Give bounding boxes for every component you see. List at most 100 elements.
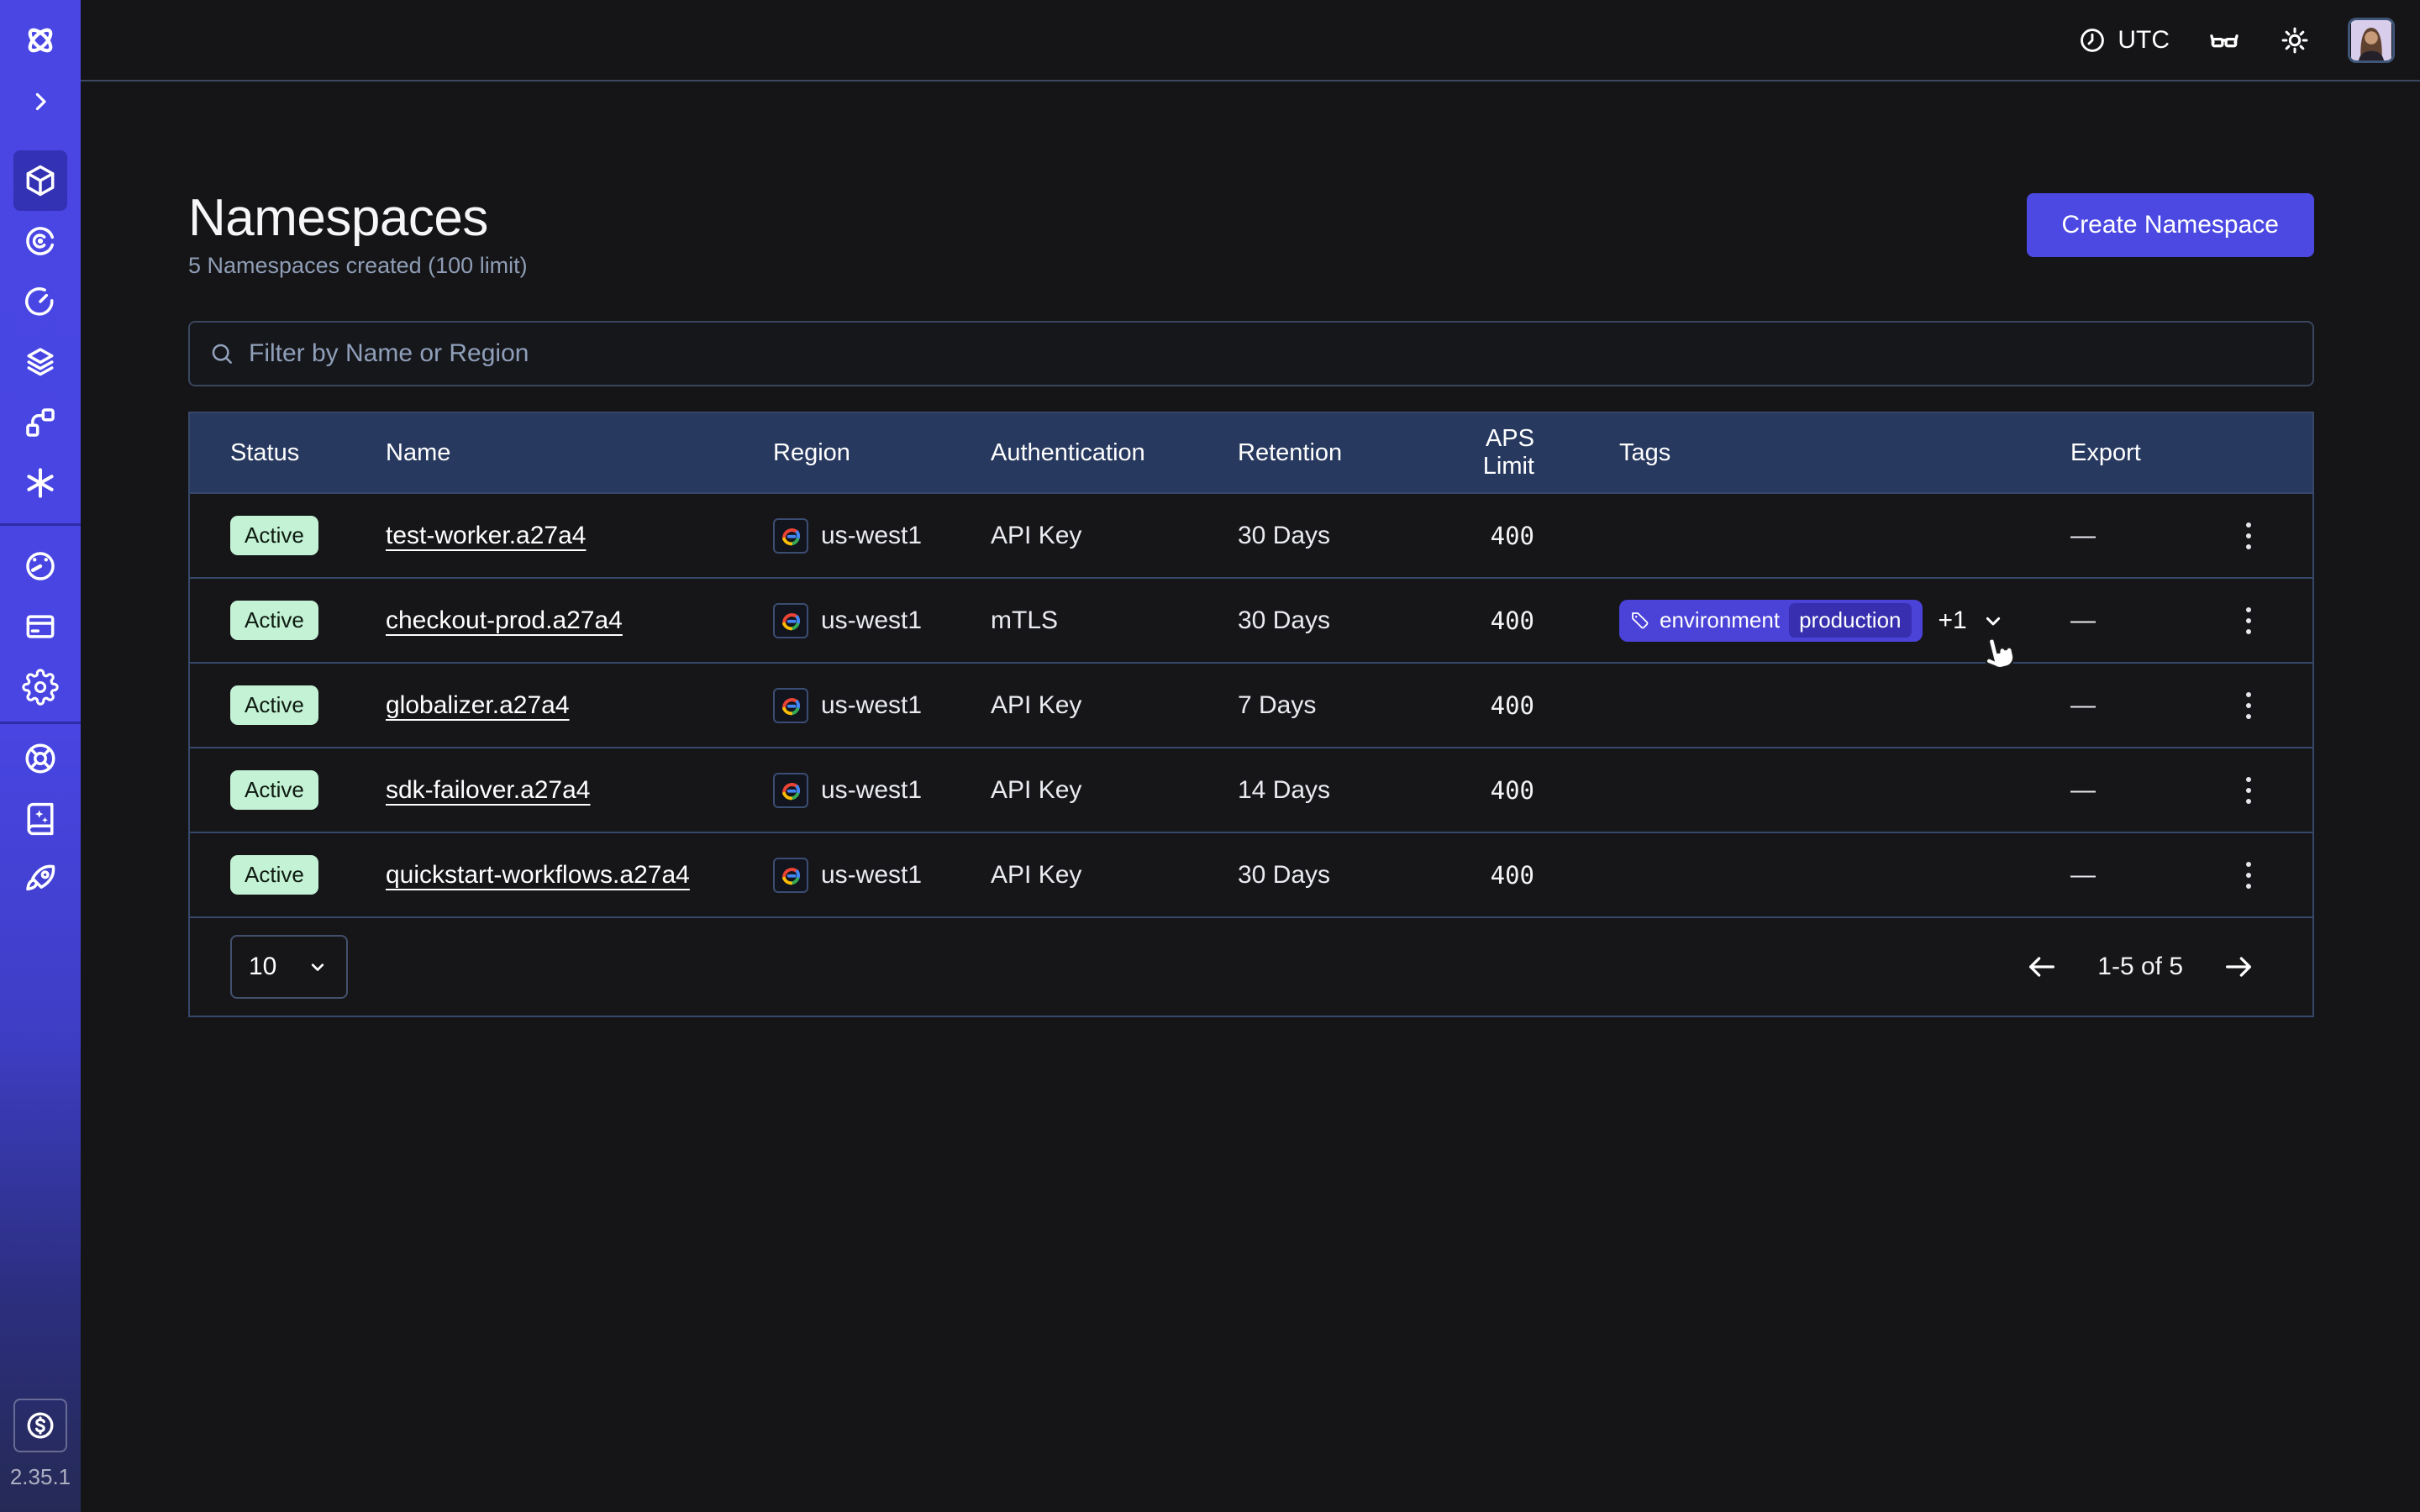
row-menu-button[interactable] xyxy=(2239,770,2258,811)
row-menu-button[interactable] xyxy=(2239,516,2258,556)
status-badge: Active xyxy=(230,516,318,555)
table-row: Active checkout-prod.a27a4 us-west1 mTLS… xyxy=(190,577,2312,662)
chevron-right-icon xyxy=(26,87,55,116)
sidebar-item-workflows[interactable] xyxy=(13,392,67,453)
status-badge: Active xyxy=(230,685,318,725)
table-row: Active globalizer.a27a4 us-west1 API Key… xyxy=(190,662,2312,747)
sidebar-item-docs[interactable] xyxy=(13,789,67,849)
page-subtitle: 5 Namespaces created (100 limit) xyxy=(188,253,528,279)
tag-value-label: production xyxy=(1789,603,1911,638)
avatar-photo xyxy=(2350,20,2392,60)
filter-bar xyxy=(188,321,2314,386)
export-value: — xyxy=(2070,522,2218,550)
page-title: Namespaces xyxy=(188,188,528,248)
timezone-label: UTC xyxy=(2118,26,2170,55)
sidebar-divider xyxy=(0,523,81,526)
sidebar-divider xyxy=(0,722,81,724)
table-body: Active test-worker.a27a4 us-west1 API Ke… xyxy=(190,492,2312,916)
status-badge: Active xyxy=(230,855,318,895)
region-label: us-west1 xyxy=(821,861,922,890)
branch-graph-icon xyxy=(22,404,59,441)
sidebar-item-settings[interactable] xyxy=(13,657,67,717)
namespace-link[interactable]: sdk-failover.a27a4 xyxy=(386,776,591,804)
export-value: — xyxy=(2070,691,2218,720)
row-menu-button[interactable] xyxy=(2239,601,2258,641)
col-header-authentication: Authentication xyxy=(991,439,1238,467)
col-header-name: Name xyxy=(386,439,773,467)
sidebar-item-nexus[interactable] xyxy=(13,211,67,271)
row-menu-button[interactable] xyxy=(2239,855,2258,895)
topbar: UTC xyxy=(81,0,2420,81)
sidebar-item-deployments[interactable] xyxy=(13,332,67,392)
sidebar-item-support[interactable] xyxy=(13,728,67,789)
create-namespace-button[interactable]: Create Namespace xyxy=(2027,193,2314,257)
tag-more-count: +1 xyxy=(1939,606,1967,635)
sidebar-nav-main xyxy=(13,150,67,513)
tags-expand-chevron[interactable] xyxy=(1980,607,2007,634)
retention-label: 14 Days xyxy=(1238,776,1431,805)
auth-label: API Key xyxy=(991,522,1238,550)
namespace-link[interactable]: quickstart-workflows.a27a4 xyxy=(386,861,690,889)
gcp-cloud-icon xyxy=(773,773,808,808)
table-footer: 10 1-5 of 5 xyxy=(190,916,2312,1016)
chevron-down-icon xyxy=(306,955,329,979)
retention-label: 30 Days xyxy=(1238,606,1431,635)
clock-icon xyxy=(2077,25,2107,55)
lifebuoy-icon xyxy=(22,740,59,777)
search-icon xyxy=(208,340,235,367)
prev-page-button[interactable] xyxy=(2022,947,2062,987)
sidebar-item-getting-started[interactable] xyxy=(13,849,67,910)
version-label: 2.35.1 xyxy=(10,1464,71,1490)
sidebar-item-namespaces[interactable] xyxy=(13,150,67,211)
sidebar-nav-help xyxy=(13,728,67,910)
status-badge: Active xyxy=(230,601,318,640)
next-page-button[interactable] xyxy=(2218,947,2259,987)
tag-key-label: environment xyxy=(1660,607,1780,633)
theme-toggle-button[interactable] xyxy=(2279,24,2311,56)
row-menu-button[interactable] xyxy=(2239,685,2258,726)
namespace-link[interactable]: test-worker.a27a4 xyxy=(386,522,586,549)
sidebar-expand-button[interactable] xyxy=(13,87,67,117)
region-label: us-west1 xyxy=(821,691,922,720)
aps-limit-value: 400 xyxy=(1431,691,1534,720)
export-value: — xyxy=(2070,861,2218,890)
arrow-right-icon xyxy=(2222,950,2255,984)
namespace-link[interactable]: checkout-prod.a27a4 xyxy=(386,606,623,634)
region-label: us-west1 xyxy=(821,606,922,635)
page-size-value: 10 xyxy=(249,953,276,981)
filter-input[interactable] xyxy=(249,339,2294,368)
timezone-button[interactable]: UTC xyxy=(2077,25,2170,55)
auth-label: API Key xyxy=(991,776,1238,805)
export-value: — xyxy=(2070,606,2218,635)
sidebar-item-batch[interactable] xyxy=(13,453,67,513)
main-content: Namespaces 5 Namespaces created (100 lim… xyxy=(81,81,2420,1512)
labs-mode-toggle[interactable] xyxy=(2207,23,2242,58)
gauge-icon xyxy=(22,548,59,585)
card-icon xyxy=(22,608,59,645)
page-size-select[interactable]: 10 xyxy=(230,935,348,999)
region-label: us-west1 xyxy=(821,522,922,550)
dollar-badge-icon xyxy=(24,1409,57,1442)
timer-icon xyxy=(22,283,59,320)
namespace-link[interactable]: globalizer.a27a4 xyxy=(386,691,570,719)
sidebar-item-usage[interactable] xyxy=(13,536,67,596)
credits-button[interactable] xyxy=(13,1399,67,1452)
gcp-cloud-icon xyxy=(773,858,808,893)
col-header-retention: Retention xyxy=(1238,439,1431,467)
cube-icon xyxy=(22,162,59,199)
col-header-tags: Tags xyxy=(1534,439,2070,467)
col-header-aps-limit: APS Limit xyxy=(1431,425,1534,480)
col-header-region: Region xyxy=(773,439,991,467)
sidebar-item-schedules[interactable] xyxy=(13,271,67,332)
user-avatar[interactable] xyxy=(2348,18,2395,63)
aps-limit-value: 400 xyxy=(1431,861,1534,890)
gcp-cloud-icon xyxy=(773,688,808,723)
table-row: Active test-worker.a27a4 us-west1 API Ke… xyxy=(190,492,2312,577)
nexus-swirl-icon xyxy=(22,223,59,260)
tag-chip[interactable]: environment production xyxy=(1619,600,1923,642)
sidebar-item-billing[interactable] xyxy=(13,596,67,657)
arrow-left-icon xyxy=(2025,950,2059,984)
namespaces-table: Status Name Region Authentication Retent… xyxy=(188,412,2314,1017)
col-header-status: Status xyxy=(230,439,386,467)
gear-icon xyxy=(22,669,59,706)
